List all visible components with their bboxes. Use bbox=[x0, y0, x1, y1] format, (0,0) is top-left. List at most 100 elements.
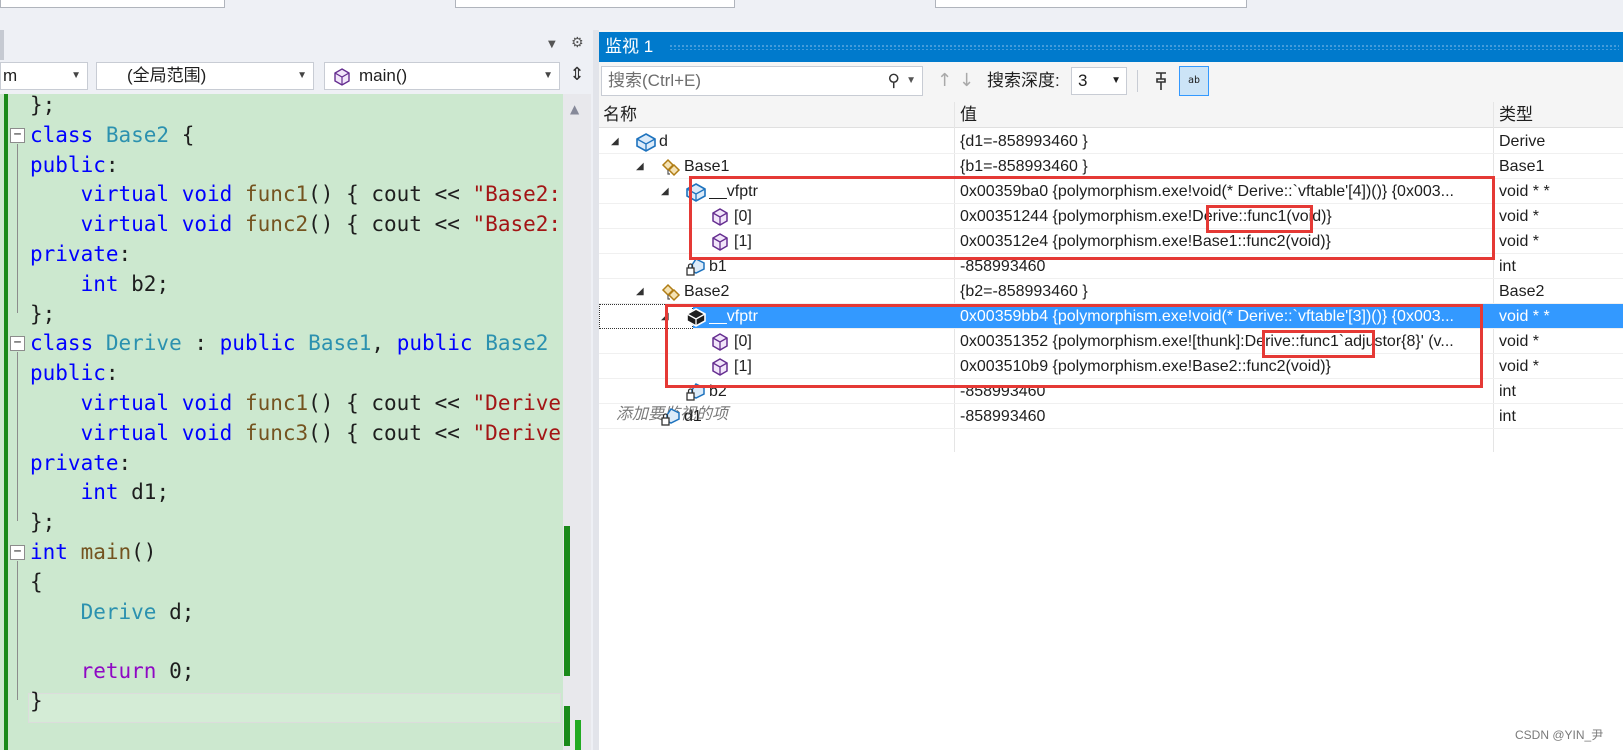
search-depth-value: 3 bbox=[1078, 71, 1088, 90]
watch-row[interactable]: ◢ __vfptr 0x00359ba0 {polymorphism.exe!voi… bbox=[599, 179, 1623, 204]
watch-row[interactable]: ◢ d {d1=-858993460 } Derive bbox=[599, 129, 1623, 154]
code-token: func1 bbox=[244, 391, 309, 415]
watch-row[interactable]: [0] 0x00351244 {polymorphism.exe!Derive::… bbox=[599, 204, 1623, 229]
watch-row[interactable]: b1 -858993460 int bbox=[599, 254, 1623, 279]
code-line[interactable]: virtual void func1() { cout << "Derive: bbox=[30, 388, 563, 418]
expand-triangle-icon[interactable]: ◢ bbox=[636, 154, 644, 179]
object-icon bbox=[685, 182, 706, 202]
watch-title: 监视 1 bbox=[605, 37, 654, 56]
code-line[interactable]: public: bbox=[30, 150, 119, 180]
code-line[interactable]: int b2; bbox=[30, 269, 170, 299]
code-token: "Derive: bbox=[472, 391, 563, 415]
search-previous-icon[interactable]: ↑ bbox=[937, 70, 952, 91]
collapse-icon[interactable]: − bbox=[10, 336, 25, 352]
code-token: public bbox=[30, 152, 106, 177]
watch-grid[interactable]: 名称 值 类型 添加要监视的项 ◢d{d1=-858993460 }Derive… bbox=[599, 102, 1623, 750]
function-combo-value: main() bbox=[359, 66, 408, 85]
code-area[interactable]: }; class Base2 {public: virtual void func… bbox=[0, 94, 563, 750]
code-token: d; bbox=[156, 599, 195, 624]
code-token: void bbox=[181, 182, 245, 207]
watch-cell-name: [1] bbox=[734, 358, 752, 375]
fold-line bbox=[17, 143, 18, 313]
watch-row[interactable]: ◢ Base1 {b1=-858993460 } Base1 bbox=[599, 154, 1623, 179]
watch-row[interactable]: ◢ __vfptr 0x00359bb4 {polymorphism.exe!voi… bbox=[599, 304, 1623, 329]
code-line[interactable]: public: bbox=[30, 358, 119, 388]
code-line[interactable]: }; bbox=[30, 299, 55, 329]
dropdown-icon[interactable]: ▼ bbox=[548, 39, 556, 50]
watch-row[interactable]: b2 -858993460 int bbox=[599, 379, 1623, 404]
object-icon bbox=[685, 307, 706, 327]
code-line[interactable]: } bbox=[30, 686, 43, 716]
top-combo-1[interactable] bbox=[0, 0, 225, 8]
watch-cell-name: __vfptr bbox=[709, 308, 758, 325]
expand-triangle-icon[interactable]: ◢ bbox=[661, 179, 669, 204]
watch-search-input[interactable]: 搜索(Ctrl+E) ⚲ ▼ bbox=[601, 66, 923, 96]
code-token: void bbox=[181, 212, 245, 237]
code-line[interactable]: int main() bbox=[30, 537, 156, 567]
expand-triangle-icon[interactable]: ◢ bbox=[611, 129, 619, 154]
fold-line bbox=[17, 352, 18, 522]
split-editor-button[interactable]: ⇕ bbox=[565, 62, 589, 90]
watch-cell-value: 0x003510b9 {polymorphism.exe!Base2::func… bbox=[960, 358, 1331, 375]
scroll-up-icon[interactable]: ▲ bbox=[570, 102, 579, 116]
watch-title-bar[interactable]: 监视 1 bbox=[599, 32, 1623, 62]
code-line[interactable]: class Base2 { bbox=[30, 120, 194, 150]
search-next-icon[interactable]: ↓ bbox=[959, 70, 974, 91]
editor-scrollbar[interactable]: ▲ bbox=[563, 94, 591, 750]
expand-triangle-icon[interactable]: ◢ bbox=[661, 304, 669, 329]
code-line[interactable]: }; bbox=[30, 507, 55, 537]
code-line[interactable]: private: bbox=[30, 239, 131, 269]
top-combo-2[interactable] bbox=[455, 0, 735, 8]
code-line[interactable]: int d1; bbox=[30, 477, 170, 507]
watch-row[interactable]: d1 -858993460 int bbox=[599, 404, 1623, 429]
code-line[interactable]: class Derive : public Base1, public Base… bbox=[30, 328, 563, 358]
method-icon bbox=[334, 68, 350, 86]
code-line[interactable]: virtual void func1() { cout << "Base2:: bbox=[30, 179, 563, 209]
collapse-icon[interactable]: − bbox=[10, 545, 25, 560]
watch-row[interactable]: [0] 0x00351352 {polymorphism.exe![thunk]:… bbox=[599, 329, 1623, 354]
watch-cell-type: Base2 bbox=[1499, 283, 1545, 300]
search-depth-combo[interactable]: 3 ▼ bbox=[1071, 67, 1127, 95]
function-combo[interactable]: main() ▼ bbox=[324, 62, 560, 90]
watch-row[interactable]: [1] 0x003510b9 {polymorphism.exe!Base2::f… bbox=[599, 354, 1623, 379]
top-toolbar-strip bbox=[0, 0, 1623, 30]
collapse-icon[interactable]: − bbox=[10, 127, 25, 143]
code-line[interactable]: virtual void func3() { cout << "Derive: bbox=[30, 418, 563, 448]
watch-row[interactable]: ◢ Base2 {b2=-858993460 } Base2 bbox=[599, 279, 1623, 304]
code-token: : bbox=[118, 450, 132, 475]
expand-triangle-icon[interactable]: ◢ bbox=[636, 279, 644, 304]
search-depth-label: 搜索深度: bbox=[987, 71, 1060, 90]
pin-icon[interactable] bbox=[1147, 67, 1175, 95]
code-token: : bbox=[105, 152, 119, 177]
top-combo-3[interactable] bbox=[935, 0, 1247, 8]
code-line[interactable]: virtual void func2() { cout << "Base2:: bbox=[30, 209, 563, 239]
scope-combo[interactable]: (全局范围) ▼ bbox=[96, 62, 314, 90]
change-margin bbox=[0, 94, 8, 750]
project-combo[interactable]: m ▼ bbox=[0, 62, 88, 90]
column-header-value[interactable]: 值 bbox=[960, 102, 977, 128]
code-line[interactable]: }; bbox=[30, 94, 55, 120]
code-line[interactable]: { bbox=[30, 567, 43, 597]
code-token: , bbox=[371, 331, 397, 356]
column-header-type[interactable]: 类型 bbox=[1499, 102, 1533, 128]
watch-cell-type: void * bbox=[1499, 233, 1540, 250]
column-header-name[interactable]: 名称 bbox=[603, 102, 637, 128]
search-icon[interactable]: ⚲ bbox=[888, 67, 900, 95]
watch-cell-type: int bbox=[1499, 383, 1516, 400]
watch-cell-value: 0x00351352 {polymorphism.exe![thunk]:Der… bbox=[960, 333, 1454, 350]
gear-icon[interactable]: ⚙ bbox=[571, 35, 584, 51]
watch-cell-type: void * bbox=[1499, 358, 1540, 375]
hex-display-button[interactable]: ab bbox=[1179, 66, 1209, 96]
watch-row[interactable]: [1] 0x003512e4 {polymorphism.exe!Base1::f… bbox=[599, 229, 1623, 254]
code-token: { bbox=[30, 569, 43, 594]
code-token: private bbox=[30, 450, 119, 475]
ide-window: ▼ ⚙ m ▼ (全局范围) ▼ main() ▼ ⇕ }; class Base… bbox=[0, 0, 1623, 750]
object-icon bbox=[635, 132, 656, 152]
code-token: }; bbox=[30, 301, 56, 326]
code-line[interactable]: private: bbox=[30, 448, 131, 478]
code-line[interactable]: Derive d; bbox=[30, 597, 195, 627]
watch-cell-name: b1 bbox=[709, 258, 727, 275]
code-line[interactable]: return 0; bbox=[30, 656, 195, 686]
chevron-down-icon[interactable]: ▼ bbox=[906, 67, 916, 95]
chevron-down-icon: ▼ bbox=[1111, 75, 1121, 86]
